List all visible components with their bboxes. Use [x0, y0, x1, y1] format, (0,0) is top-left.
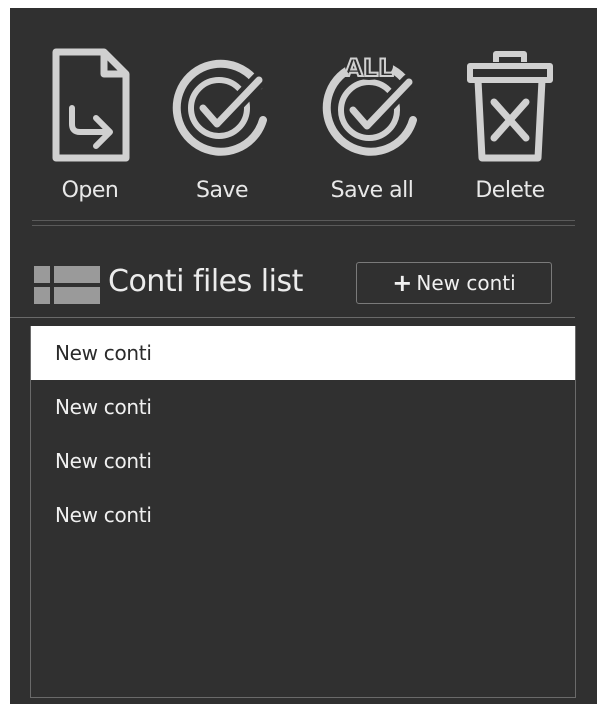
list-header: Conti files list + New conti [10, 260, 597, 320]
list-icon [34, 266, 100, 304]
trash-icon [467, 51, 553, 162]
open-label: Open [61, 178, 119, 203]
list-item[interactable]: New conti [31, 434, 575, 488]
save-all-label: Save all [330, 178, 414, 203]
toolbar-divider [32, 220, 575, 226]
new-conti-label: New conti [416, 271, 516, 295]
list-title: Conti files list [108, 264, 303, 299]
save-label: Save [195, 178, 249, 203]
plus-icon: + [392, 269, 413, 297]
save-check-icon [172, 59, 267, 156]
conti-panel: Open Save ALL Save all Delete Conti file… [10, 8, 597, 704]
save-all-badge: ALL [344, 54, 393, 82]
save-all-check-icon: ALL [322, 52, 417, 156]
delete-label: Delete [475, 178, 545, 203]
list-item[interactable]: New conti [31, 488, 575, 542]
list-item[interactable]: New conti [31, 380, 575, 434]
conti-file-list: New conti New conti New conti New conti [30, 326, 576, 698]
save-all-button[interactable]: ALL Save all [312, 38, 432, 208]
list-item[interactable]: New conti [31, 326, 575, 380]
delete-button[interactable]: Delete [450, 38, 570, 208]
open-button[interactable]: Open [30, 38, 150, 208]
new-conti-button[interactable]: + New conti [356, 262, 552, 304]
open-file-icon [52, 48, 130, 162]
save-button[interactable]: Save [162, 38, 282, 208]
toolbar: Open Save ALL Save all Delete [10, 8, 597, 208]
header-divider [10, 317, 575, 318]
